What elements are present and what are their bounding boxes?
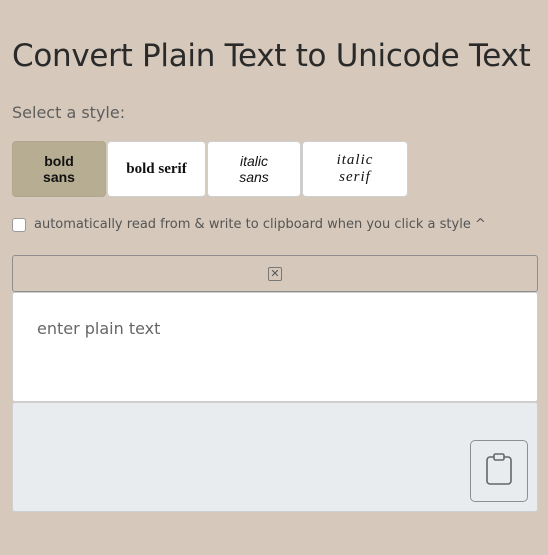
style-button-bold-sans[interactable]: bold sans — [12, 141, 106, 197]
style-button-bold-serif[interactable]: bold serif — [107, 141, 206, 197]
style-button-italic-sans[interactable]: italic sans — [207, 141, 301, 197]
style-selector: bold sans bold serif italic sans italic … — [12, 141, 408, 197]
clipboard-label[interactable]: automatically read from & write to clipb… — [34, 217, 486, 232]
close-icon: ✕ — [268, 266, 282, 281]
plain-text-input[interactable] — [12, 292, 538, 402]
copy-button[interactable] — [470, 440, 528, 502]
unicode-output[interactable] — [12, 402, 538, 512]
clipboard-option: automatically read from & write to clipb… — [12, 217, 486, 232]
clear-button[interactable]: ✕ — [12, 255, 538, 292]
page-title: Convert Plain Text to Unicode Text — [12, 38, 531, 74]
clipboard-checkbox[interactable] — [12, 217, 26, 232]
style-button-italic-serif[interactable]: italic serif — [302, 141, 408, 197]
clipboard-icon — [484, 452, 514, 490]
style-prompt: Select a style: — [12, 103, 126, 122]
